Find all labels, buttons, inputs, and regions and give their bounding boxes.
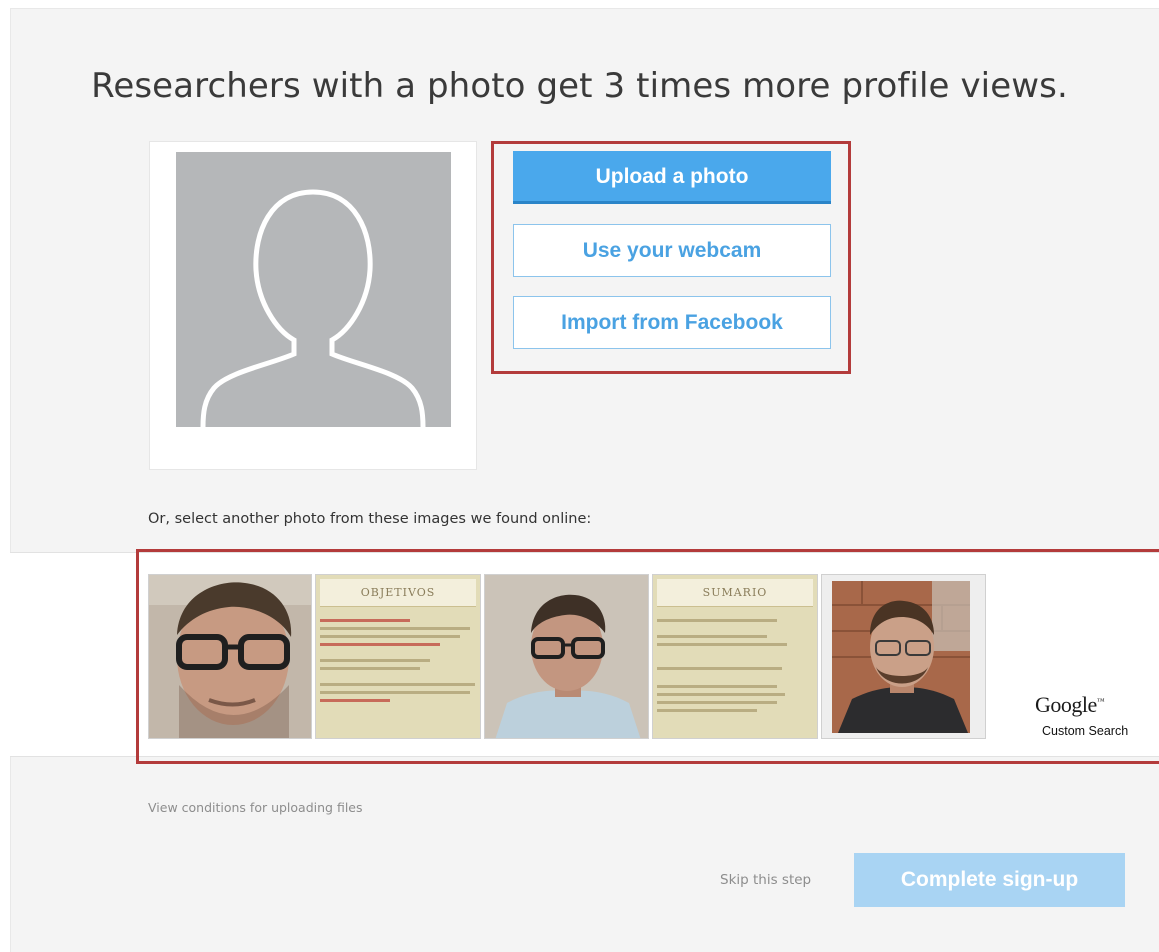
photo-source-options: Upload a photo Use your webcam Import fr…	[491, 141, 851, 374]
skip-step-link[interactable]: Skip this step	[720, 872, 811, 888]
google-brand: Google	[1035, 692, 1097, 717]
use-webcam-button[interactable]: Use your webcam	[513, 224, 831, 277]
user-silhouette-icon	[200, 189, 426, 427]
google-logo: Google™	[1035, 692, 1159, 718]
upload-conditions-link[interactable]: View conditions for uploading files	[148, 800, 363, 815]
avatar-placeholder	[176, 152, 451, 427]
import-facebook-button[interactable]: Import from Facebook	[513, 296, 831, 349]
google-trademark: ™	[1096, 696, 1105, 706]
complete-signup-button[interactable]: Complete sign-up	[854, 853, 1125, 907]
custom-search-label: Custom Search	[1042, 724, 1129, 738]
upload-photo-button[interactable]: Upload a photo	[513, 151, 831, 204]
found-photos-prompt: Or, select another photo from these imag…	[148, 511, 592, 527]
found-photos-highlight	[136, 549, 1159, 764]
page-title: Researchers with a photo get 3 times mor…	[91, 66, 1068, 106]
avatar-card	[149, 141, 477, 470]
